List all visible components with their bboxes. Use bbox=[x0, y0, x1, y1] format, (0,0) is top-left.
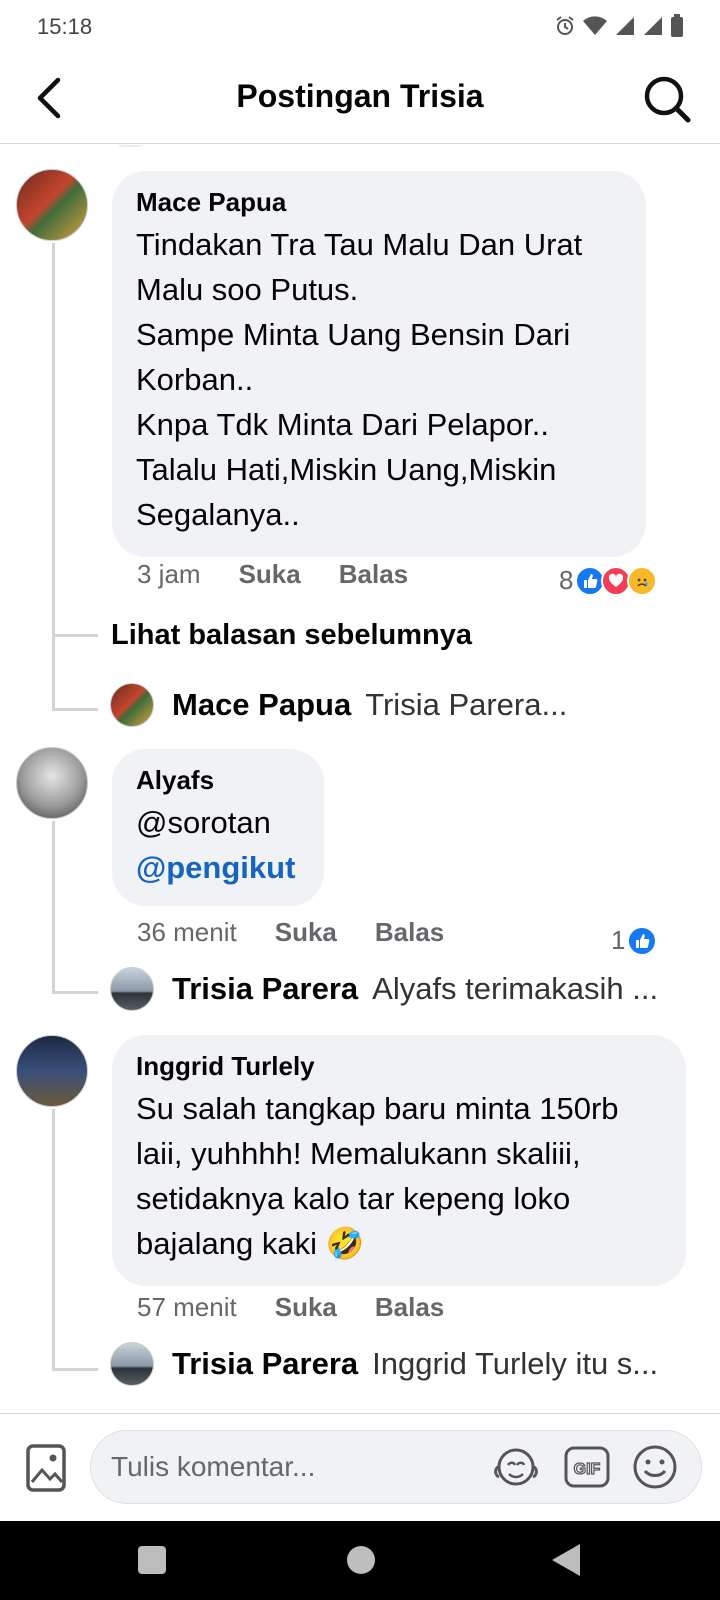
avatar[interactable] bbox=[16, 1035, 88, 1107]
status-bar: 15:18 bbox=[0, 0, 720, 52]
reply-author: Mace Papua bbox=[172, 687, 352, 722]
partial-item bbox=[110, 145, 150, 147]
see-previous-replies-link[interactable]: Lihat balasan sebelumnya bbox=[111, 619, 472, 652]
comment-text: Su salah tangkap baru minta 150rb laii, … bbox=[136, 1091, 619, 1261]
reply-text: Alyafs terimakasih ... bbox=[372, 971, 659, 1006]
reply-button[interactable]: Balas bbox=[339, 559, 408, 590]
search-icon[interactable] bbox=[642, 74, 692, 124]
reply-preview[interactable]: Mace Papua Trisia Parera... bbox=[110, 683, 567, 727]
avatar bbox=[110, 967, 154, 1011]
comment-text: Tindakan Tra Tau Malu Dan Urat Malu soo … bbox=[136, 227, 583, 532]
avatar bbox=[110, 683, 154, 727]
comment-bubble[interactable]: Inggrid Turlely Su salah tangkap baru mi… bbox=[112, 1035, 686, 1286]
reply-preview[interactable]: Trisia Parera Inggrid Turlely itu s... bbox=[110, 1342, 658, 1386]
reply-preview[interactable]: Trisia Parera Alyafs terimakasih ... bbox=[110, 967, 658, 1011]
comment-input-placeholder: Tulis komentar... bbox=[111, 1451, 316, 1482]
signal-icon bbox=[616, 17, 634, 35]
back-icon[interactable] bbox=[550, 1543, 582, 1577]
reaction-count: 8 bbox=[559, 565, 574, 595]
gif-label: GIF bbox=[574, 1461, 601, 1478]
comment-meta: 57 menit Suka Balas bbox=[137, 1292, 444, 1323]
avatar-sticker-icon[interactable] bbox=[491, 1443, 541, 1491]
comment-meta: 3 jam Suka Balas bbox=[137, 559, 408, 590]
emoji-icon[interactable] bbox=[631, 1443, 679, 1491]
comment-author[interactable]: Inggrid Turlely bbox=[136, 1051, 662, 1082]
comment-text: @sorotan bbox=[136, 805, 271, 840]
signal-icon-2 bbox=[644, 17, 662, 35]
comment-input[interactable]: Tulis komentar... GIF bbox=[90, 1430, 702, 1504]
alarm-icon bbox=[556, 16, 574, 35]
comment-time: 36 menit bbox=[137, 917, 237, 947]
thread-connector bbox=[52, 991, 98, 994]
comment-composer: Tulis komentar... GIF bbox=[0, 1413, 720, 1521]
mention-link[interactable]: @pengikut bbox=[136, 845, 300, 890]
thread-line bbox=[52, 1109, 55, 1371]
like-button[interactable]: Suka bbox=[275, 917, 337, 948]
thread-line bbox=[52, 243, 55, 710]
status-icons bbox=[554, 14, 684, 38]
comment-bubble[interactable]: Alyafs @sorotan @pengikut bbox=[112, 749, 324, 906]
thread-connector bbox=[52, 1368, 98, 1371]
page-title: Postingan Trisia bbox=[236, 78, 484, 114]
comment-author[interactable]: Mace Papua bbox=[136, 187, 622, 218]
sad-reaction-icon bbox=[627, 565, 658, 596]
comment-meta: 36 menit Suka Balas bbox=[137, 917, 444, 948]
reply-button[interactable]: Balas bbox=[375, 917, 444, 948]
reply-author: Trisia Parera bbox=[172, 1346, 359, 1381]
battery-icon bbox=[671, 14, 683, 37]
app-bar: Postingan Trisia bbox=[0, 52, 720, 144]
reaction-count: 1 bbox=[611, 925, 626, 955]
comment-author[interactable]: Alyafs bbox=[136, 765, 300, 796]
reaction-summary[interactable]: 1 bbox=[611, 925, 658, 956]
thread-connector bbox=[52, 634, 98, 637]
reply-text: Trisia Parera... bbox=[365, 687, 568, 722]
like-reaction-icon bbox=[627, 925, 658, 956]
reply-button[interactable]: Balas bbox=[375, 1292, 444, 1323]
comment-time: 57 menit bbox=[137, 1292, 237, 1322]
like-button[interactable]: Suka bbox=[239, 559, 301, 590]
avatar[interactable] bbox=[16, 169, 88, 241]
status-time: 15:18 bbox=[37, 14, 93, 39]
reply-text: Inggrid Turlely itu s... bbox=[372, 1346, 659, 1381]
comment-time: 3 jam bbox=[137, 559, 201, 589]
gif-icon[interactable]: GIF bbox=[563, 1443, 611, 1491]
thread-line bbox=[52, 821, 55, 994]
system-nav-bar bbox=[0, 1521, 720, 1600]
home-icon[interactable] bbox=[346, 1545, 376, 1575]
reaction-summary[interactable]: 8 bbox=[559, 565, 658, 596]
photo-icon[interactable] bbox=[26, 1444, 66, 1492]
recents-icon[interactable] bbox=[137, 1545, 167, 1575]
reply-author: Trisia Parera bbox=[172, 971, 359, 1006]
comment-feed[interactable]: Mace Papua Tindakan Tra Tau Malu Dan Ura… bbox=[0, 145, 720, 1413]
like-button[interactable]: Suka bbox=[275, 1292, 337, 1323]
avatar bbox=[110, 1342, 154, 1386]
avatar[interactable] bbox=[16, 747, 88, 819]
wifi-icon bbox=[583, 16, 607, 35]
comment-bubble[interactable]: Mace Papua Tindakan Tra Tau Malu Dan Ura… bbox=[112, 171, 646, 557]
thread-connector bbox=[52, 708, 98, 711]
